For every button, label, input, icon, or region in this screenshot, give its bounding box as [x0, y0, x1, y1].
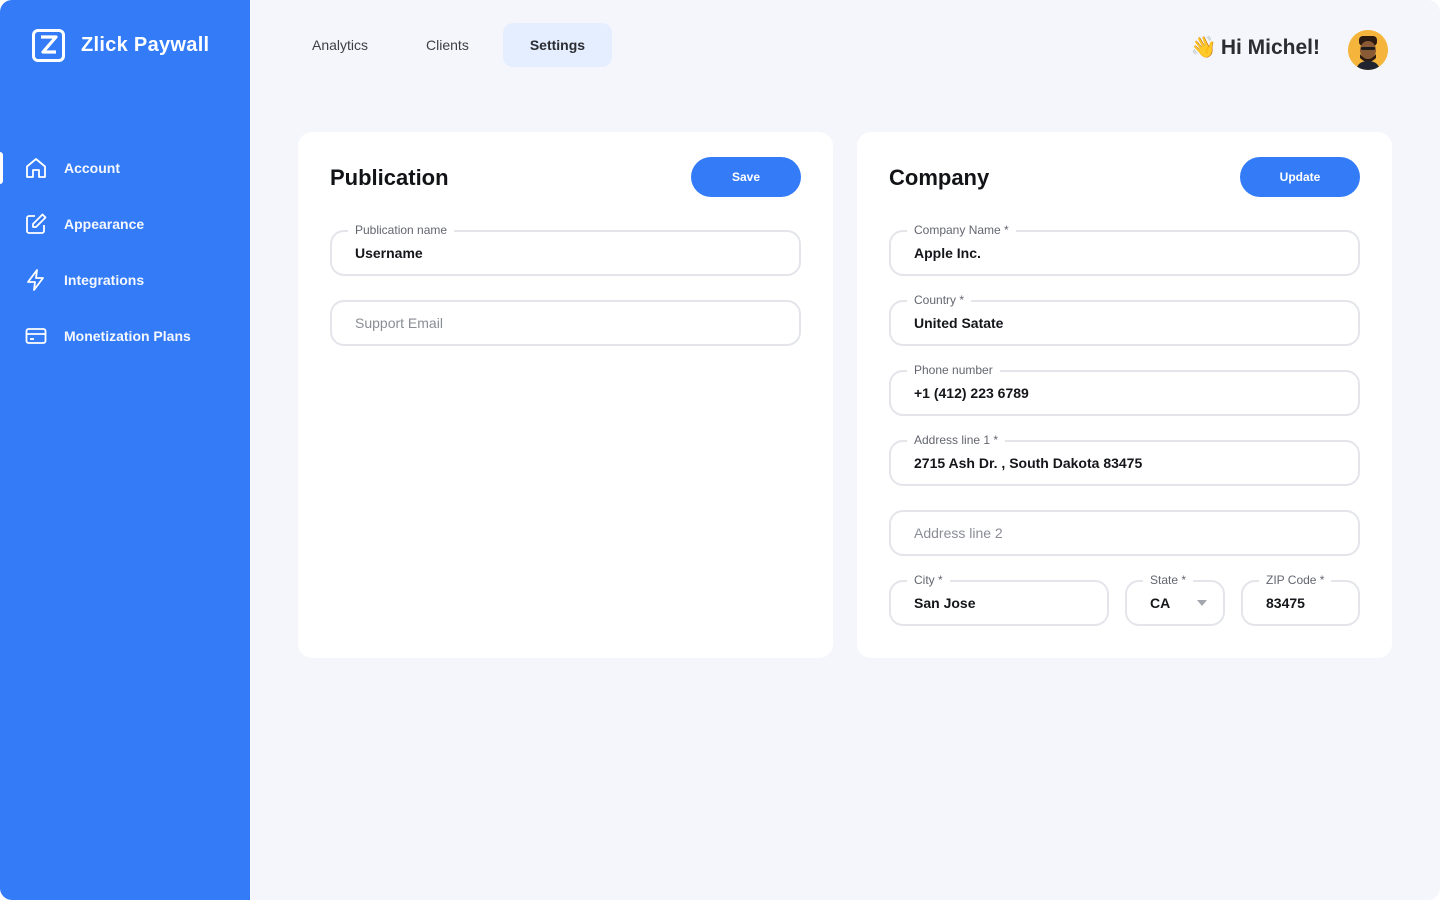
tab-settings[interactable]: Settings	[502, 23, 613, 67]
credit-card-icon	[24, 324, 48, 348]
save-button[interactable]: Save	[691, 157, 801, 197]
zip-code-field[interactable]: ZIP Code * 83475	[1241, 572, 1360, 626]
field-label: Publication name	[348, 222, 455, 238]
state-select[interactable]: State * CA	[1125, 572, 1225, 626]
company-card: Company Update Company Name * Apple Inc.…	[857, 132, 1392, 658]
field-value: Apple Inc.	[914, 245, 981, 261]
zlick-logo-icon	[32, 28, 65, 62]
sidebar-item-label: Account	[64, 160, 120, 176]
field-value: CA	[1150, 595, 1171, 611]
field-placeholder: Address line 2	[914, 525, 1003, 541]
country-field[interactable]: Country * United Satate	[889, 292, 1360, 346]
field-value: 2715 Ash Dr. , South Dakota 83475	[914, 455, 1143, 471]
sidebar-item-label: Integrations	[64, 272, 145, 288]
field-placeholder: Support Email	[355, 315, 443, 331]
field-value: 83475	[1266, 595, 1305, 611]
publication-card: Publication Save Publication name Userna…	[298, 132, 833, 658]
company-title: Company	[889, 165, 990, 190]
field-label: State *	[1143, 572, 1194, 588]
top-tabs: Analytics Clients Settings	[288, 23, 622, 67]
sidebar-item-monetization-plans[interactable]: Monetization Plans	[0, 308, 250, 364]
field-label: ZIP Code *	[1259, 572, 1332, 588]
tab-analytics[interactable]: Analytics	[288, 23, 392, 67]
support-email-field[interactable]: Support Email	[330, 300, 801, 346]
app-window: Zlick Paywall Account Appearance Integra…	[0, 0, 1440, 900]
field-label: Company Name *	[907, 222, 1016, 238]
city-field[interactable]: City * San Jose	[889, 572, 1109, 626]
brand[interactable]: Zlick Paywall	[32, 28, 209, 62]
sidebar-nav: Account Appearance Integrations Monetiza…	[0, 140, 250, 364]
field-label: Address line 1 *	[907, 432, 1006, 448]
edit-icon	[24, 212, 48, 236]
update-button[interactable]: Update	[1240, 157, 1360, 197]
sidebar-item-account[interactable]: Account	[0, 140, 250, 196]
sidebar-item-integrations[interactable]: Integrations	[0, 252, 250, 308]
sidebar-item-appearance[interactable]: Appearance	[0, 196, 250, 252]
sidebar-item-label: Appearance	[64, 216, 145, 232]
publication-name-field[interactable]: Publication name Username	[330, 222, 801, 276]
company-name-field[interactable]: Company Name * Apple Inc.	[889, 222, 1360, 276]
field-label: Phone number	[907, 362, 1000, 378]
field-value: United Satate	[914, 315, 1004, 331]
sidebar-item-label: Monetization Plans	[64, 328, 191, 344]
user-avatar-icon	[1348, 30, 1388, 70]
field-label: Country *	[907, 292, 972, 308]
waving-hand-icon: 👋	[1190, 36, 1217, 59]
address-line-2-field[interactable]: Address line 2	[889, 510, 1360, 556]
greeting: 👋 Hi Michel!	[1191, 36, 1320, 60]
greeting-text: Hi Michel!	[1220, 36, 1320, 59]
home-icon	[24, 156, 48, 180]
publication-title: Publication	[330, 165, 449, 190]
address-line-1-field[interactable]: Address line 1 * 2715 Ash Dr. , South Da…	[889, 432, 1360, 486]
lightning-icon	[24, 268, 48, 292]
caret-down-icon	[1197, 600, 1207, 606]
avatar[interactable]	[1348, 30, 1388, 70]
field-value: Username	[355, 245, 423, 261]
phone-number-field[interactable]: Phone number +1 (412) 223 6789	[889, 362, 1360, 416]
field-value: San Jose	[914, 595, 976, 611]
tab-clients[interactable]: Clients	[402, 23, 493, 67]
field-value: +1 (412) 223 6789	[914, 385, 1029, 401]
sidebar: Zlick Paywall Account Appearance Integra…	[0, 0, 250, 900]
field-label: City *	[907, 572, 950, 588]
brand-name: Zlick Paywall	[81, 33, 210, 56]
